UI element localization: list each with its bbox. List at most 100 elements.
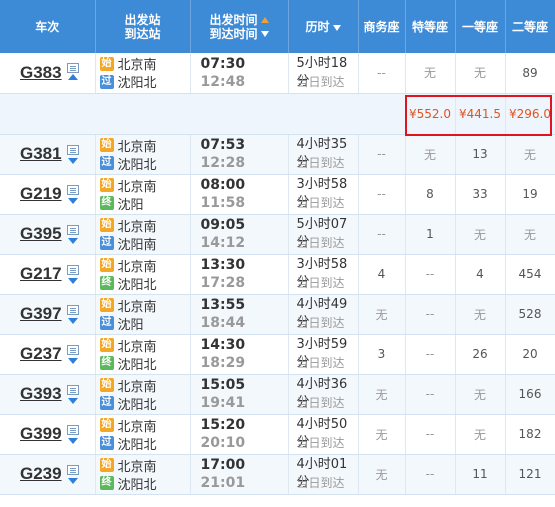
seat-first[interactable]: 无: [455, 53, 506, 94]
sort-down-icon[interactable]: [260, 31, 269, 37]
stations-cell: 始北京南 过沈阳北: [95, 414, 191, 455]
stop-info-icon[interactable]: [67, 224, 79, 235]
stations-cell: 始北京南 过沈阳南: [95, 214, 191, 255]
train-number-link[interactable]: G237: [20, 344, 62, 363]
seat-special[interactable]: 8: [405, 174, 456, 215]
seat-special[interactable]: --: [405, 414, 456, 455]
arrival-time: 14:12: [200, 235, 246, 251]
train-number-link[interactable]: G219: [20, 184, 62, 203]
col-business: 商务座: [358, 0, 406, 53]
price-row-spacer: [0, 93, 406, 135]
seat-first[interactable]: 26: [455, 334, 506, 375]
duration: 5小时18分: [296, 55, 348, 89]
stop-info-icon[interactable]: [67, 424, 79, 435]
expand-icon[interactable]: [68, 477, 78, 484]
seat-special[interactable]: --: [405, 334, 456, 375]
expand-icon[interactable]: [68, 357, 78, 364]
train-number-link[interactable]: G399: [20, 424, 62, 443]
expand-icon[interactable]: [68, 397, 78, 404]
table-row[interactable]: G237 始北京南 终沈阳北 14:30 18:29 3小时59分 当日到达 3…: [0, 334, 555, 375]
seat-special[interactable]: --: [405, 374, 456, 415]
seat-business[interactable]: 无: [358, 414, 406, 455]
col-duration[interactable]: 历时: [288, 0, 359, 53]
stop-info-icon[interactable]: [67, 344, 79, 355]
seat-special[interactable]: 无: [405, 134, 456, 175]
arrival-station: 沈阳北: [117, 477, 157, 493]
collapse-icon[interactable]: [68, 74, 78, 80]
seat-special[interactable]: 无: [405, 53, 456, 94]
table-row[interactable]: G383 始北京南 过沈阳北 07:30 12:48 5小时18分 当日到达 -…: [0, 53, 555, 94]
train-number-link[interactable]: G395: [20, 224, 62, 243]
seat-second[interactable]: 182: [505, 414, 555, 455]
seat-business[interactable]: --: [358, 214, 406, 255]
expand-icon[interactable]: [68, 197, 78, 204]
table-row[interactable]: G395 始北京南 过沈阳南 09:05 14:12 5小时07分 当日到达 -…: [0, 214, 555, 255]
train-number-link[interactable]: G381: [20, 144, 62, 163]
seat-business[interactable]: 无: [358, 454, 406, 495]
arrival-day: 当日到达: [296, 356, 345, 370]
seat-second[interactable]: 166: [505, 374, 555, 415]
seat-special[interactable]: --: [405, 294, 456, 335]
seat-special[interactable]: 1: [405, 214, 456, 255]
stop-info-icon[interactable]: [67, 304, 79, 315]
train-number-link[interactable]: G217: [20, 264, 62, 283]
seat-first[interactable]: 11: [455, 454, 506, 495]
seat-second[interactable]: 19: [505, 174, 555, 215]
times-cell: 08:00 11:58: [190, 174, 289, 215]
seat-first[interactable]: 13: [455, 134, 506, 175]
seat-second[interactable]: 528: [505, 294, 555, 335]
seat-business[interactable]: --: [358, 134, 406, 175]
seat-first[interactable]: 33: [455, 174, 506, 215]
seat-business[interactable]: 3: [358, 334, 406, 375]
seat-special[interactable]: --: [405, 454, 456, 495]
seat-business[interactable]: 4: [358, 254, 406, 295]
seat-business[interactable]: --: [358, 53, 406, 94]
sort-down-icon[interactable]: [332, 24, 341, 31]
seat-business[interactable]: 无: [358, 294, 406, 335]
col-train-no[interactable]: 车次: [0, 0, 96, 53]
table-row[interactable]: G393 始北京南 过沈阳北 15:05 19:41 4小时36分 当日到达 无…: [0, 374, 555, 415]
expand-icon[interactable]: [68, 237, 78, 244]
expand-icon[interactable]: [68, 277, 78, 284]
seat-first[interactable]: 无: [455, 214, 506, 255]
table-row[interactable]: G381 始北京南 过沈阳北 07:53 12:28 4小时35分 当日到达 -…: [0, 134, 555, 175]
expand-icon[interactable]: [68, 157, 78, 164]
stop-info-icon[interactable]: [67, 264, 79, 275]
seat-second[interactable]: 无: [505, 134, 555, 175]
seat-business[interactable]: --: [358, 174, 406, 215]
expand-icon[interactable]: [68, 317, 78, 324]
train-number-link[interactable]: G393: [20, 384, 62, 403]
seat-second[interactable]: 454: [505, 254, 555, 295]
stop-info-icon[interactable]: [67, 144, 79, 155]
table-row[interactable]: G399 始北京南 过沈阳北 15:20 20:10 4小时50分 当日到达 无…: [0, 414, 555, 455]
stop-info-icon[interactable]: [67, 384, 79, 395]
table-row[interactable]: G219 始北京南 终沈阳 08:00 11:58 3小时58分 当日到达 --…: [0, 174, 555, 215]
table-row[interactable]: G217 始北京南 终沈阳北 13:30 17:28 3小时58分 当日到达 4…: [0, 254, 555, 295]
seat-first[interactable]: 无: [455, 414, 506, 455]
seat-second[interactable]: 121: [505, 454, 555, 495]
col-times[interactable]: 出发时间 到达时间: [190, 0, 289, 53]
times-cell: 13:55 18:44: [190, 294, 289, 335]
expand-icon[interactable]: [68, 437, 78, 444]
stop-info-icon[interactable]: [67, 63, 79, 73]
seat-second[interactable]: 20: [505, 334, 555, 375]
stop-info-icon[interactable]: [67, 464, 79, 475]
departure-station: 北京南: [117, 179, 157, 195]
stop-info-icon[interactable]: [67, 184, 79, 195]
table-row[interactable]: G239 始北京南 终沈阳北 17:00 21:01 4小时01分 当日到达 无…: [0, 454, 555, 495]
seat-second[interactable]: 89: [505, 53, 555, 94]
train-number-link[interactable]: G397: [20, 304, 62, 323]
sort-up-icon[interactable]: [260, 17, 269, 23]
train-number-link[interactable]: G239: [20, 464, 62, 483]
seat-special[interactable]: --: [405, 254, 456, 295]
start-station-icon: 始: [99, 178, 114, 192]
seat-first[interactable]: 无: [455, 294, 506, 335]
col-stations[interactable]: 出发站 到达站: [95, 0, 191, 53]
arrival-day: 当日到达: [296, 196, 345, 210]
seat-second[interactable]: 无: [505, 214, 555, 255]
seat-first[interactable]: 4: [455, 254, 506, 295]
train-number-link[interactable]: G383: [20, 63, 62, 82]
seat-first[interactable]: 无: [455, 374, 506, 415]
seat-business[interactable]: 无: [358, 374, 406, 415]
table-row[interactable]: G397 始北京南 过沈阳 13:55 18:44 4小时49分 当日到达 无 …: [0, 294, 555, 335]
